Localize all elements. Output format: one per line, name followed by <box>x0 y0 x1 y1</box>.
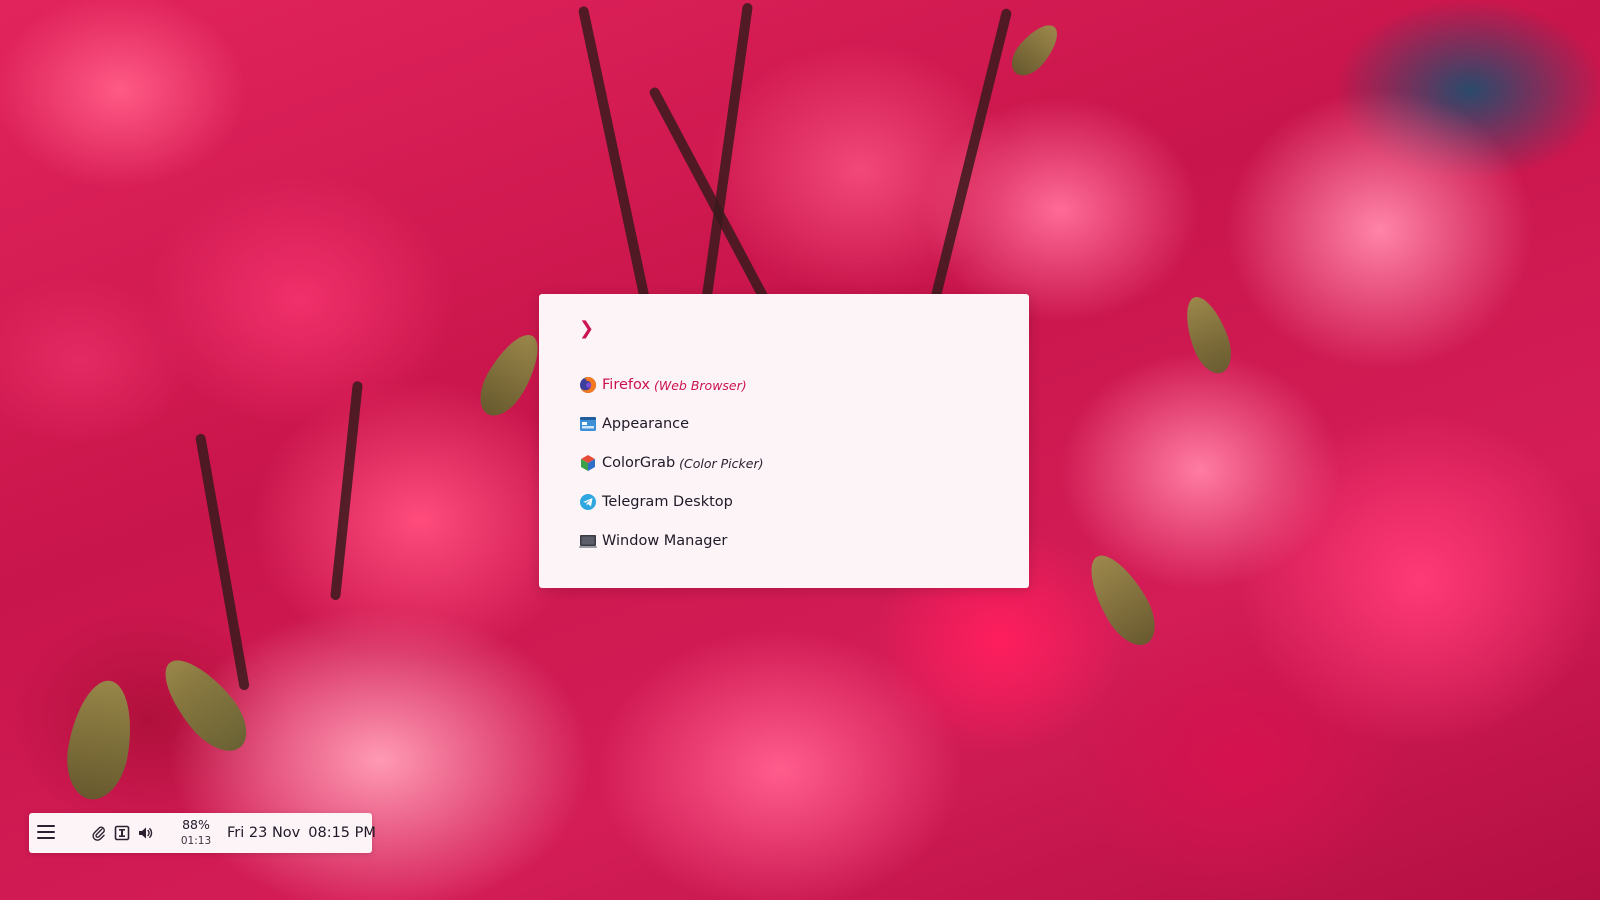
battery-time-remaining: 01:13 <box>180 835 212 847</box>
entry-name: ColorGrab <box>602 455 676 471</box>
wallpaper-leaf <box>470 326 550 424</box>
launcher-entry-appearance[interactable]: Appearance <box>579 411 999 437</box>
wallpaper-leaf <box>60 675 140 805</box>
wallpaper-leaf <box>1177 291 1239 379</box>
entry-name: Firefox <box>602 377 650 393</box>
wallpaper-branch <box>577 5 650 302</box>
launcher-entry-window-manager[interactable]: Window Manager <box>579 528 999 554</box>
search-input[interactable] <box>601 316 981 342</box>
battery-percentage: 88% <box>182 817 210 832</box>
paperclip-icon[interactable] <box>91 825 107 841</box>
telegram-icon <box>580 494 596 510</box>
date-label: Fri 23 Nov <box>227 825 301 841</box>
wallpaper-branch <box>330 380 363 601</box>
time-label: 08:15 PM <box>308 825 376 841</box>
wallpaper-leaf <box>1077 545 1167 655</box>
wallpaper-branch <box>930 7 1013 302</box>
entry-name: Window Manager <box>602 533 728 549</box>
date-time-clock[interactable]: Fri 23 Nov 08:15 PM <box>227 824 376 842</box>
firefox-icon <box>580 377 596 393</box>
keyboard-layout-icon[interactable] <box>114 825 130 841</box>
wallpaper-leaf <box>1004 17 1066 83</box>
launcher-entry-telegram-desktop[interactable]: Telegram Desktop <box>579 489 999 515</box>
prompt-symbol: ❯ <box>579 318 595 339</box>
launcher-entry-firefox[interactable]: Firefox (Web Browser) <box>579 372 999 398</box>
entry-generic-name: (Web Browser) <box>654 377 747 393</box>
bottom-panel: 88% 01:13 Fri 23 Nov 08:15 PM <box>29 813 376 853</box>
appearance-icon <box>580 417 596 431</box>
app-launcher: ❯ Firefox (Web Browser) Appearance Color… <box>539 294 1029 588</box>
wallpaper-branch <box>194 433 250 691</box>
entry-name: Appearance <box>602 416 690 432</box>
volume-icon[interactable] <box>137 825 153 841</box>
colorgrab-icon <box>581 455 595 471</box>
launcher-entry-colorgrab[interactable]: ColorGrab (Color Picker) <box>579 450 999 476</box>
window-manager-icon <box>579 535 597 548</box>
hamburger-menu-icon[interactable] <box>37 825 55 841</box>
entry-generic-name: (Color Picker) <box>679 455 764 471</box>
entry-name: Telegram Desktop <box>602 494 733 510</box>
